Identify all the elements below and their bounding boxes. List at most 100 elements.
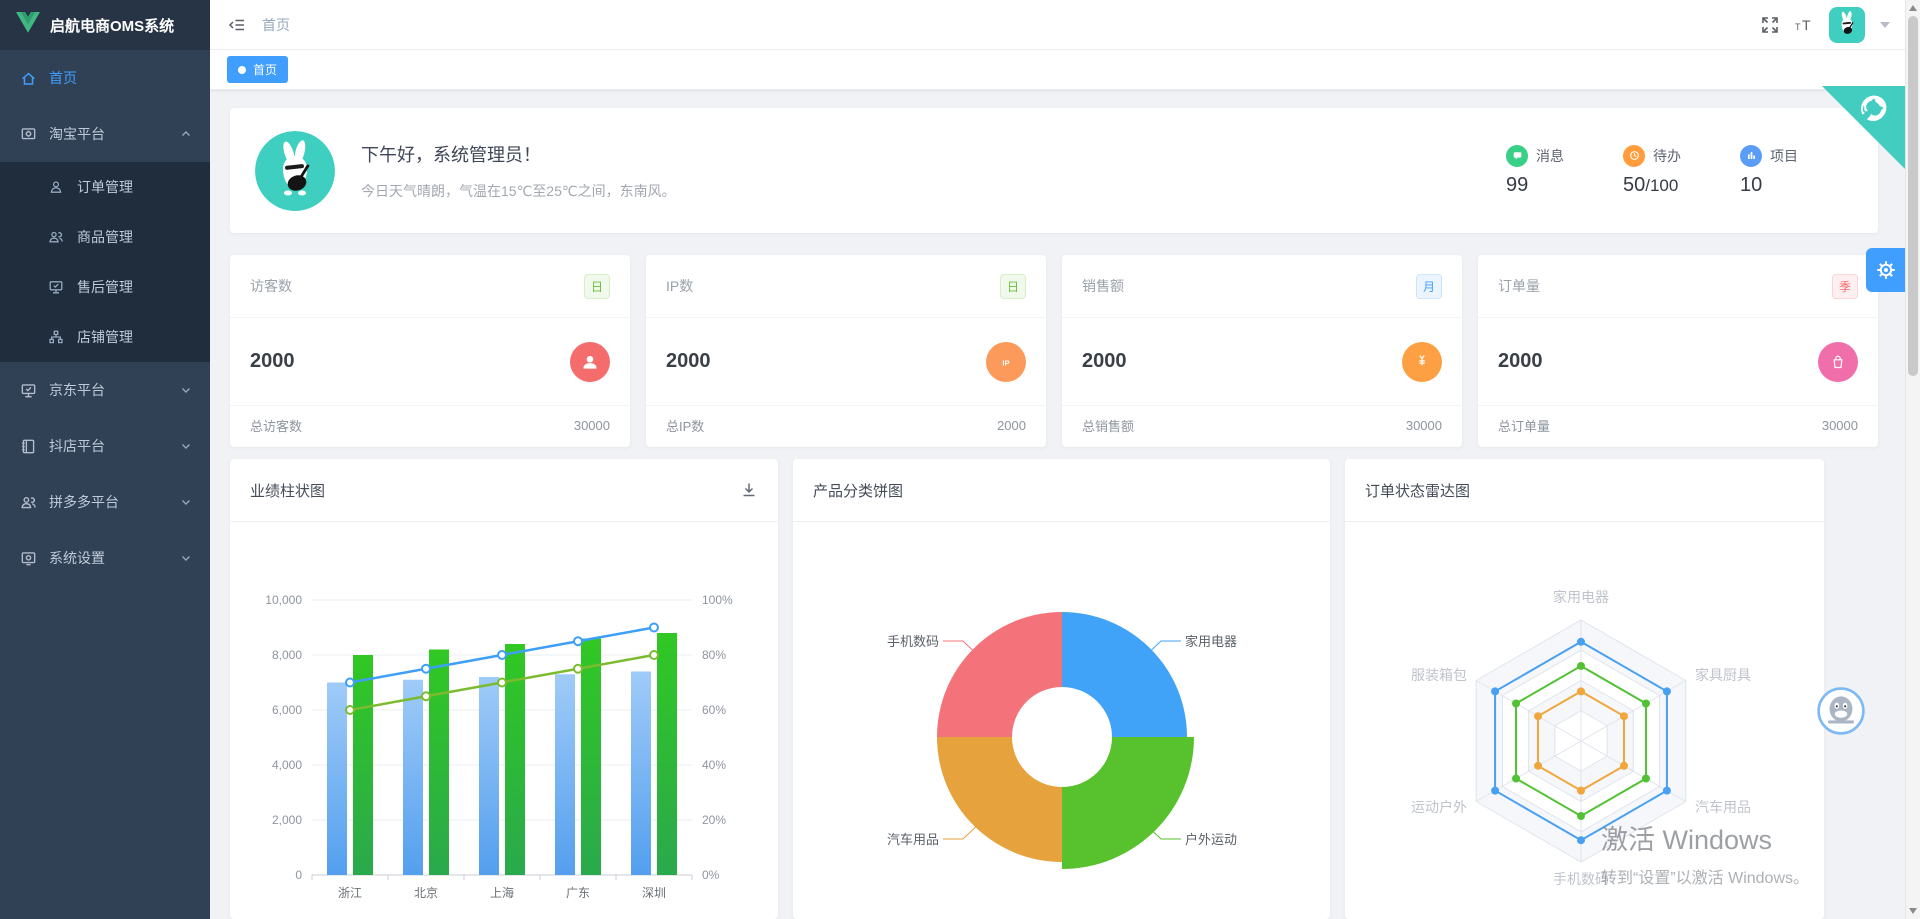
avatar-caret-icon[interactable] <box>1880 22 1890 28</box>
stat-projects: 项目 10 <box>1740 145 1798 197</box>
download-icon[interactable] <box>740 481 758 499</box>
settings-icon <box>20 550 37 567</box>
sidebar-item-home[interactable]: 首页 <box>0 50 210 106</box>
page-content: 下午好，系统管理员！ 今日天气晴朗，气温在15℃至25℃之间，东南风。 消息 9… <box>210 90 1920 919</box>
sidebar-item-aftersale-mgmt[interactable]: 售后管理 <box>0 262 210 312</box>
greeting-text: 下午好，系统管理员！ <box>361 141 676 167</box>
svg-text:北京: 北京 <box>414 886 438 900</box>
tag-label: 首页 <box>253 61 277 78</box>
stat-value: 10 <box>1740 174 1762 196</box>
svg-text:户外运动: 户外运动 <box>1185 832 1237 847</box>
svg-text:100%: 100% <box>702 593 733 607</box>
stat-value: 99 <box>1506 174 1528 196</box>
breadcrumb[interactable]: 首页 <box>262 15 290 35</box>
stat-card-orders: 订单量季 2000 总订单量30000 <box>1478 255 1878 447</box>
app-title: 启航电商OMS系统 <box>50 15 174 36</box>
svg-text:T: T <box>1802 17 1811 33</box>
qq-penguin-icon <box>1816 686 1866 736</box>
page-scrollbar[interactable] <box>1905 0 1920 919</box>
monitor-icon <box>20 382 37 399</box>
footer-label: 总访客数 <box>250 416 302 435</box>
welcome-card: 下午好，系统管理员！ 今日天气晴朗，气温在15℃至25℃之间，东南风。 消息 9… <box>230 108 1878 233</box>
footer-value: 30000 <box>574 418 610 433</box>
tab-home[interactable]: 首页 <box>227 56 288 83</box>
chevron-down-icon <box>180 496 192 508</box>
home-icon <box>20 70 37 87</box>
sidebar-item-order-mgmt[interactable]: 订单管理 <box>0 162 210 212</box>
stat-cards-row: 访客数日 2000 总访客数30000 IP数日 2000 IP 总IP数200… <box>230 255 1920 447</box>
svg-text:10,000: 10,000 <box>265 593 302 607</box>
sidebar-item-taobao[interactable]: 淘宝平台 <box>0 106 210 162</box>
bag-icon <box>1818 342 1858 382</box>
theme-settings-button[interactable] <box>1866 248 1905 292</box>
sidebar-item-label: 京东平台 <box>49 380 180 400</box>
chart-title: 业绩柱状图 <box>250 480 325 501</box>
svg-text:服装箱包: 服装箱包 <box>1411 667 1467 683</box>
users-icon <box>20 494 37 511</box>
sidebar-item-product-mgmt[interactable]: 商品管理 <box>0 212 210 262</box>
bar-chart-svg: 00%2,00020%4,00040%6,00060%8,00080%10,00… <box>230 522 770 912</box>
sidebar-item-douyin[interactable]: 抖店平台 <box>0 418 210 474</box>
sidebar-item-label: 售后管理 <box>77 277 192 297</box>
sidebar-item-store-mgmt[interactable]: 店铺管理 <box>0 312 210 362</box>
sidebar-item-pdd[interactable]: 拼多多平台 <box>0 474 210 530</box>
stat-card-visitors: 访客数日 2000 总访客数30000 <box>230 255 630 447</box>
welcome-stats: 消息 99 待办 50/100 项目 10 <box>1506 145 1798 197</box>
footer-value: 2000 <box>997 418 1026 433</box>
stat-label: 消息 <box>1536 146 1564 166</box>
scrollbar-thumb[interactable] <box>1908 16 1918 376</box>
chevron-down-icon <box>180 384 192 396</box>
project-icon <box>1740 145 1762 167</box>
users-icon <box>48 229 65 246</box>
card-title: 销售额 <box>1082 276 1124 296</box>
top-header: 首页 TT <box>210 0 1920 50</box>
sidebar: 启航电商OMS系统 首页 淘宝平台 订单管理 商品管理 售后管理 <box>0 0 210 919</box>
svg-text:6,000: 6,000 <box>272 703 302 717</box>
sidebar-submenu-taobao: 订单管理 商品管理 售后管理 店铺管理 <box>0 162 210 362</box>
svg-text:0: 0 <box>295 868 302 882</box>
sidebar-collapse-icon[interactable] <box>228 16 246 34</box>
svg-text:家具厨具: 家具厨具 <box>1695 667 1751 683</box>
scrollbar-down-icon[interactable] <box>1909 908 1917 914</box>
pie-chart-svg: 家用电器户外运动汽车用品手机数码 <box>793 522 1330 912</box>
welcome-avatar <box>255 131 335 211</box>
font-size-icon[interactable]: TT <box>1794 16 1814 34</box>
card-title: IP数 <box>666 276 693 296</box>
weather-text: 今日天气晴朗，气温在15℃至25℃之间，东南风。 <box>361 181 676 201</box>
footer-value: 30000 <box>1822 418 1858 433</box>
sidebar-item-label: 系统设置 <box>49 548 180 568</box>
svg-text:上海: 上海 <box>490 885 514 900</box>
chevron-down-icon <box>180 552 192 564</box>
card-value: 2000 <box>1498 350 1543 373</box>
ip-icon: IP <box>986 342 1026 382</box>
sidebar-item-jd[interactable]: 京东平台 <box>0 362 210 418</box>
fullscreen-icon[interactable] <box>1761 16 1779 34</box>
monitor-check-icon <box>48 279 65 296</box>
sidebar-item-label: 商品管理 <box>77 227 192 247</box>
bar-chart-card: 业绩柱状图 00%2,00020%4,00040%6,00060%8,00080… <box>230 459 778 919</box>
shop-gear-icon <box>20 126 37 143</box>
tag-dot-icon <box>238 66 246 74</box>
card-title: 订单量 <box>1498 276 1540 296</box>
svg-text:2,000: 2,000 <box>272 813 302 827</box>
footer-label: 总订单量 <box>1498 416 1550 435</box>
chevron-down-icon <box>180 440 192 452</box>
sidebar-item-settings[interactable]: 系统设置 <box>0 530 210 586</box>
sidebar-item-label: 淘宝平台 <box>49 124 180 144</box>
svg-text:T: T <box>1795 22 1801 32</box>
stat-card-sales: 销售额月 2000 总销售额30000 <box>1062 255 1462 447</box>
svg-text:4,000: 4,000 <box>272 758 302 772</box>
user-avatar[interactable] <box>1829 7 1865 43</box>
svg-text:浙江: 浙江 <box>338 886 362 900</box>
qq-service-button[interactable] <box>1816 686 1866 736</box>
svg-text:广东: 广东 <box>566 886 590 900</box>
period-badge: 日 <box>584 274 610 299</box>
svg-text:60%: 60% <box>702 703 726 717</box>
period-badge: 日 <box>1000 274 1026 299</box>
svg-text:手机数码: 手机数码 <box>887 634 939 649</box>
stat-label: 待办 <box>1653 146 1681 166</box>
stat-todos: 待办 50/100 <box>1623 145 1681 197</box>
scrollbar-up-icon[interactable] <box>1909 5 1917 11</box>
footer-value: 30000 <box>1406 418 1442 433</box>
radar-chart-card: 订单状态雷达图 家用电器家具厨具汽车用品手机数码运动户外服装箱包 <box>1345 459 1824 919</box>
